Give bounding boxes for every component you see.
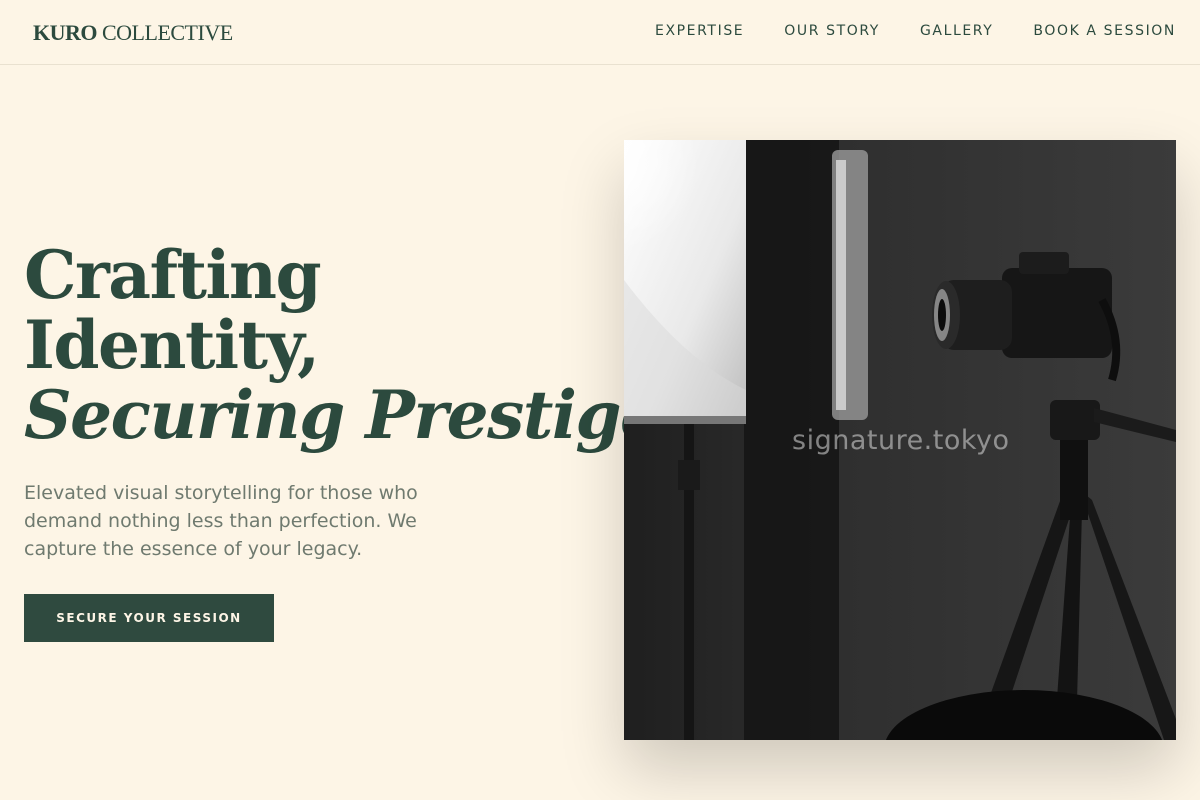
logo-wordmark-secondary: COLLECTIVE xyxy=(102,20,233,45)
site-header: KURO COLLECTIVE EXPERTISE OUR STORY GALL… xyxy=(0,0,1200,65)
main-nav: EXPERTISE OUR STORY GALLERY BOOK A SESSI… xyxy=(655,21,1176,41)
hero-title-line-2: Identity, xyxy=(24,306,320,384)
nav-link-expertise[interactable]: EXPERTISE xyxy=(655,21,744,41)
hero-title-line-3: Securing Prestige. xyxy=(24,376,684,454)
logo-wordmark-primary: KURO xyxy=(33,20,98,45)
hero-photo-camera-on-tripod: signature.tokyo xyxy=(624,140,1176,740)
nav-link-our-story[interactable]: OUR STORY xyxy=(784,21,880,41)
hero-title: Crafting Identity, Securing Prestige. xyxy=(24,236,684,454)
brand-logo[interactable]: KURO COLLECTIVE xyxy=(33,18,233,48)
nav-link-gallery[interactable]: GALLERY xyxy=(920,21,993,41)
secure-session-button[interactable]: SECURE YOUR SESSION xyxy=(24,594,274,642)
image-watermark: signature.tokyo xyxy=(792,425,1010,456)
hero-title-line-1: Crafting xyxy=(24,236,322,314)
nav-link-book-a-session[interactable]: BOOK A SESSION xyxy=(1033,21,1176,41)
hero-description: Elevated visual storytelling for those w… xyxy=(24,482,418,560)
